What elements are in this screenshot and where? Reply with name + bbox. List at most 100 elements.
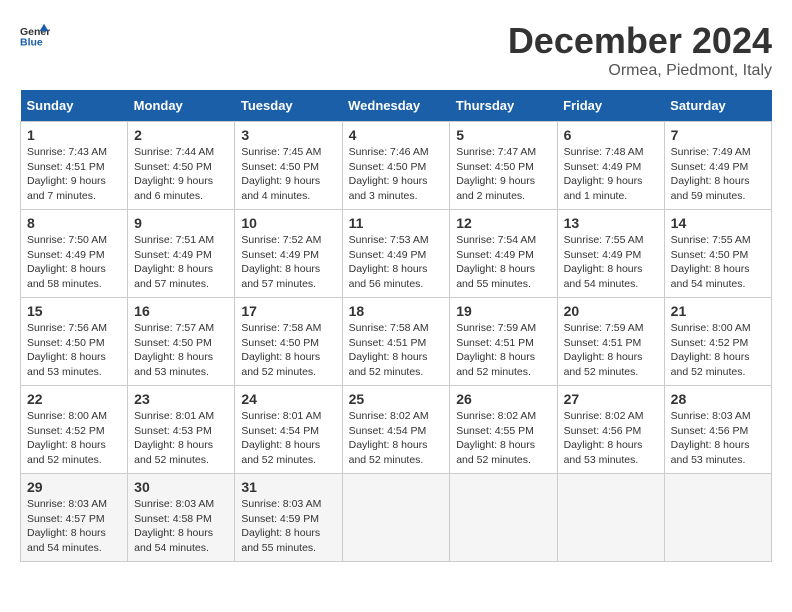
day-number: 29 bbox=[27, 479, 121, 495]
day-number: 20 bbox=[564, 303, 658, 319]
table-row: 28 Sunrise: 8:03 AMSunset: 4:56 PMDaylig… bbox=[664, 386, 771, 474]
table-row: 26 Sunrise: 8:02 AMSunset: 4:55 PMDaylig… bbox=[450, 386, 557, 474]
day-info: Sunrise: 8:01 AMSunset: 4:54 PMDaylight:… bbox=[241, 410, 321, 466]
day-info: Sunrise: 7:55 AMSunset: 4:50 PMDaylight:… bbox=[671, 234, 751, 290]
title-section: December 2024 Ormea, Piedmont, Italy bbox=[508, 20, 772, 80]
day-number: 19 bbox=[456, 303, 550, 319]
day-number: 5 bbox=[456, 127, 550, 143]
day-number: 1 bbox=[27, 127, 121, 143]
logo: General Blue bbox=[20, 20, 54, 50]
day-number: 4 bbox=[349, 127, 444, 143]
day-number: 9 bbox=[134, 215, 228, 231]
table-row: 2 Sunrise: 7:44 AMSunset: 4:50 PMDayligh… bbox=[128, 122, 235, 210]
day-info: Sunrise: 7:45 AMSunset: 4:50 PMDaylight:… bbox=[241, 146, 321, 202]
day-info: Sunrise: 7:51 AMSunset: 4:49 PMDaylight:… bbox=[134, 234, 214, 290]
day-info: Sunrise: 8:02 AMSunset: 4:56 PMDaylight:… bbox=[564, 410, 644, 466]
table-row: 31 Sunrise: 8:03 AMSunset: 4:59 PMDaylig… bbox=[235, 474, 342, 562]
day-info: Sunrise: 7:43 AMSunset: 4:51 PMDaylight:… bbox=[27, 146, 107, 202]
day-info: Sunrise: 7:56 AMSunset: 4:50 PMDaylight:… bbox=[27, 322, 107, 378]
table-row: 15 Sunrise: 7:56 AMSunset: 4:50 PMDaylig… bbox=[21, 298, 128, 386]
day-number: 24 bbox=[241, 391, 335, 407]
location-subtitle: Ormea, Piedmont, Italy bbox=[508, 62, 772, 80]
day-number: 30 bbox=[134, 479, 228, 495]
day-number: 6 bbox=[564, 127, 658, 143]
day-number: 2 bbox=[134, 127, 228, 143]
col-wednesday: Wednesday bbox=[342, 90, 450, 122]
table-row: 1 Sunrise: 7:43 AMSunset: 4:51 PMDayligh… bbox=[21, 122, 128, 210]
day-info: Sunrise: 7:54 AMSunset: 4:49 PMDaylight:… bbox=[456, 234, 536, 290]
day-number: 28 bbox=[671, 391, 765, 407]
day-info: Sunrise: 7:44 AMSunset: 4:50 PMDaylight:… bbox=[134, 146, 214, 202]
day-number: 3 bbox=[241, 127, 335, 143]
day-number: 17 bbox=[241, 303, 335, 319]
table-row bbox=[450, 474, 557, 562]
day-info: Sunrise: 7:52 AMSunset: 4:49 PMDaylight:… bbox=[241, 234, 321, 290]
day-number: 16 bbox=[134, 303, 228, 319]
table-row bbox=[664, 474, 771, 562]
table-row: 4 Sunrise: 7:46 AMSunset: 4:50 PMDayligh… bbox=[342, 122, 450, 210]
table-row: 10 Sunrise: 7:52 AMSunset: 4:49 PMDaylig… bbox=[235, 210, 342, 298]
day-info: Sunrise: 7:58 AMSunset: 4:51 PMDaylight:… bbox=[349, 322, 429, 378]
calendar-table: Sunday Monday Tuesday Wednesday Thursday… bbox=[20, 90, 772, 562]
calendar-week-row: 15 Sunrise: 7:56 AMSunset: 4:50 PMDaylig… bbox=[21, 298, 772, 386]
day-info: Sunrise: 7:49 AMSunset: 4:49 PMDaylight:… bbox=[671, 146, 751, 202]
day-info: Sunrise: 8:01 AMSunset: 4:53 PMDaylight:… bbox=[134, 410, 214, 466]
table-row: 20 Sunrise: 7:59 AMSunset: 4:51 PMDaylig… bbox=[557, 298, 664, 386]
day-number: 12 bbox=[456, 215, 550, 231]
day-info: Sunrise: 8:03 AMSunset: 4:56 PMDaylight:… bbox=[671, 410, 751, 466]
day-number: 11 bbox=[349, 215, 444, 231]
table-row: 27 Sunrise: 8:02 AMSunset: 4:56 PMDaylig… bbox=[557, 386, 664, 474]
col-sunday: Sunday bbox=[21, 90, 128, 122]
day-number: 14 bbox=[671, 215, 765, 231]
table-row: 23 Sunrise: 8:01 AMSunset: 4:53 PMDaylig… bbox=[128, 386, 235, 474]
table-row: 8 Sunrise: 7:50 AMSunset: 4:49 PMDayligh… bbox=[21, 210, 128, 298]
day-info: Sunrise: 7:58 AMSunset: 4:50 PMDaylight:… bbox=[241, 322, 321, 378]
general-blue-icon: General Blue bbox=[20, 20, 50, 50]
day-info: Sunrise: 8:02 AMSunset: 4:54 PMDaylight:… bbox=[349, 410, 429, 466]
table-row: 18 Sunrise: 7:58 AMSunset: 4:51 PMDaylig… bbox=[342, 298, 450, 386]
day-number: 26 bbox=[456, 391, 550, 407]
table-row: 24 Sunrise: 8:01 AMSunset: 4:54 PMDaylig… bbox=[235, 386, 342, 474]
table-row: 5 Sunrise: 7:47 AMSunset: 4:50 PMDayligh… bbox=[450, 122, 557, 210]
day-info: Sunrise: 7:59 AMSunset: 4:51 PMDaylight:… bbox=[456, 322, 536, 378]
day-info: Sunrise: 8:00 AMSunset: 4:52 PMDaylight:… bbox=[671, 322, 751, 378]
table-row: 3 Sunrise: 7:45 AMSunset: 4:50 PMDayligh… bbox=[235, 122, 342, 210]
table-row: 13 Sunrise: 7:55 AMSunset: 4:49 PMDaylig… bbox=[557, 210, 664, 298]
day-number: 23 bbox=[134, 391, 228, 407]
table-row: 25 Sunrise: 8:02 AMSunset: 4:54 PMDaylig… bbox=[342, 386, 450, 474]
day-number: 31 bbox=[241, 479, 335, 495]
table-row: 7 Sunrise: 7:49 AMSunset: 4:49 PMDayligh… bbox=[664, 122, 771, 210]
day-info: Sunrise: 7:50 AMSunset: 4:49 PMDaylight:… bbox=[27, 234, 107, 290]
day-info: Sunrise: 8:00 AMSunset: 4:52 PMDaylight:… bbox=[27, 410, 107, 466]
day-number: 15 bbox=[27, 303, 121, 319]
day-info: Sunrise: 8:02 AMSunset: 4:55 PMDaylight:… bbox=[456, 410, 536, 466]
day-info: Sunrise: 7:57 AMSunset: 4:50 PMDaylight:… bbox=[134, 322, 214, 378]
calendar-week-row: 29 Sunrise: 8:03 AMSunset: 4:57 PMDaylig… bbox=[21, 474, 772, 562]
table-row: 22 Sunrise: 8:00 AMSunset: 4:52 PMDaylig… bbox=[21, 386, 128, 474]
table-row: 17 Sunrise: 7:58 AMSunset: 4:50 PMDaylig… bbox=[235, 298, 342, 386]
col-thursday: Thursday bbox=[450, 90, 557, 122]
table-row: 11 Sunrise: 7:53 AMSunset: 4:49 PMDaylig… bbox=[342, 210, 450, 298]
day-info: Sunrise: 7:46 AMSunset: 4:50 PMDaylight:… bbox=[349, 146, 429, 202]
table-row bbox=[342, 474, 450, 562]
day-number: 22 bbox=[27, 391, 121, 407]
table-row: 14 Sunrise: 7:55 AMSunset: 4:50 PMDaylig… bbox=[664, 210, 771, 298]
col-monday: Monday bbox=[128, 90, 235, 122]
table-row: 9 Sunrise: 7:51 AMSunset: 4:49 PMDayligh… bbox=[128, 210, 235, 298]
day-number: 7 bbox=[671, 127, 765, 143]
day-number: 8 bbox=[27, 215, 121, 231]
table-row: 16 Sunrise: 7:57 AMSunset: 4:50 PMDaylig… bbox=[128, 298, 235, 386]
page-header: General Blue December 2024 Ormea, Piedmo… bbox=[20, 20, 772, 80]
col-saturday: Saturday bbox=[664, 90, 771, 122]
table-row: 21 Sunrise: 8:00 AMSunset: 4:52 PMDaylig… bbox=[664, 298, 771, 386]
calendar-week-row: 22 Sunrise: 8:00 AMSunset: 4:52 PMDaylig… bbox=[21, 386, 772, 474]
table-row: 19 Sunrise: 7:59 AMSunset: 4:51 PMDaylig… bbox=[450, 298, 557, 386]
day-info: Sunrise: 7:59 AMSunset: 4:51 PMDaylight:… bbox=[564, 322, 644, 378]
table-row: 12 Sunrise: 7:54 AMSunset: 4:49 PMDaylig… bbox=[450, 210, 557, 298]
table-row: 29 Sunrise: 8:03 AMSunset: 4:57 PMDaylig… bbox=[21, 474, 128, 562]
day-info: Sunrise: 7:48 AMSunset: 4:49 PMDaylight:… bbox=[564, 146, 644, 202]
col-tuesday: Tuesday bbox=[235, 90, 342, 122]
table-row: 30 Sunrise: 8:03 AMSunset: 4:58 PMDaylig… bbox=[128, 474, 235, 562]
day-info: Sunrise: 8:03 AMSunset: 4:57 PMDaylight:… bbox=[27, 498, 107, 554]
svg-text:Blue: Blue bbox=[20, 37, 43, 49]
